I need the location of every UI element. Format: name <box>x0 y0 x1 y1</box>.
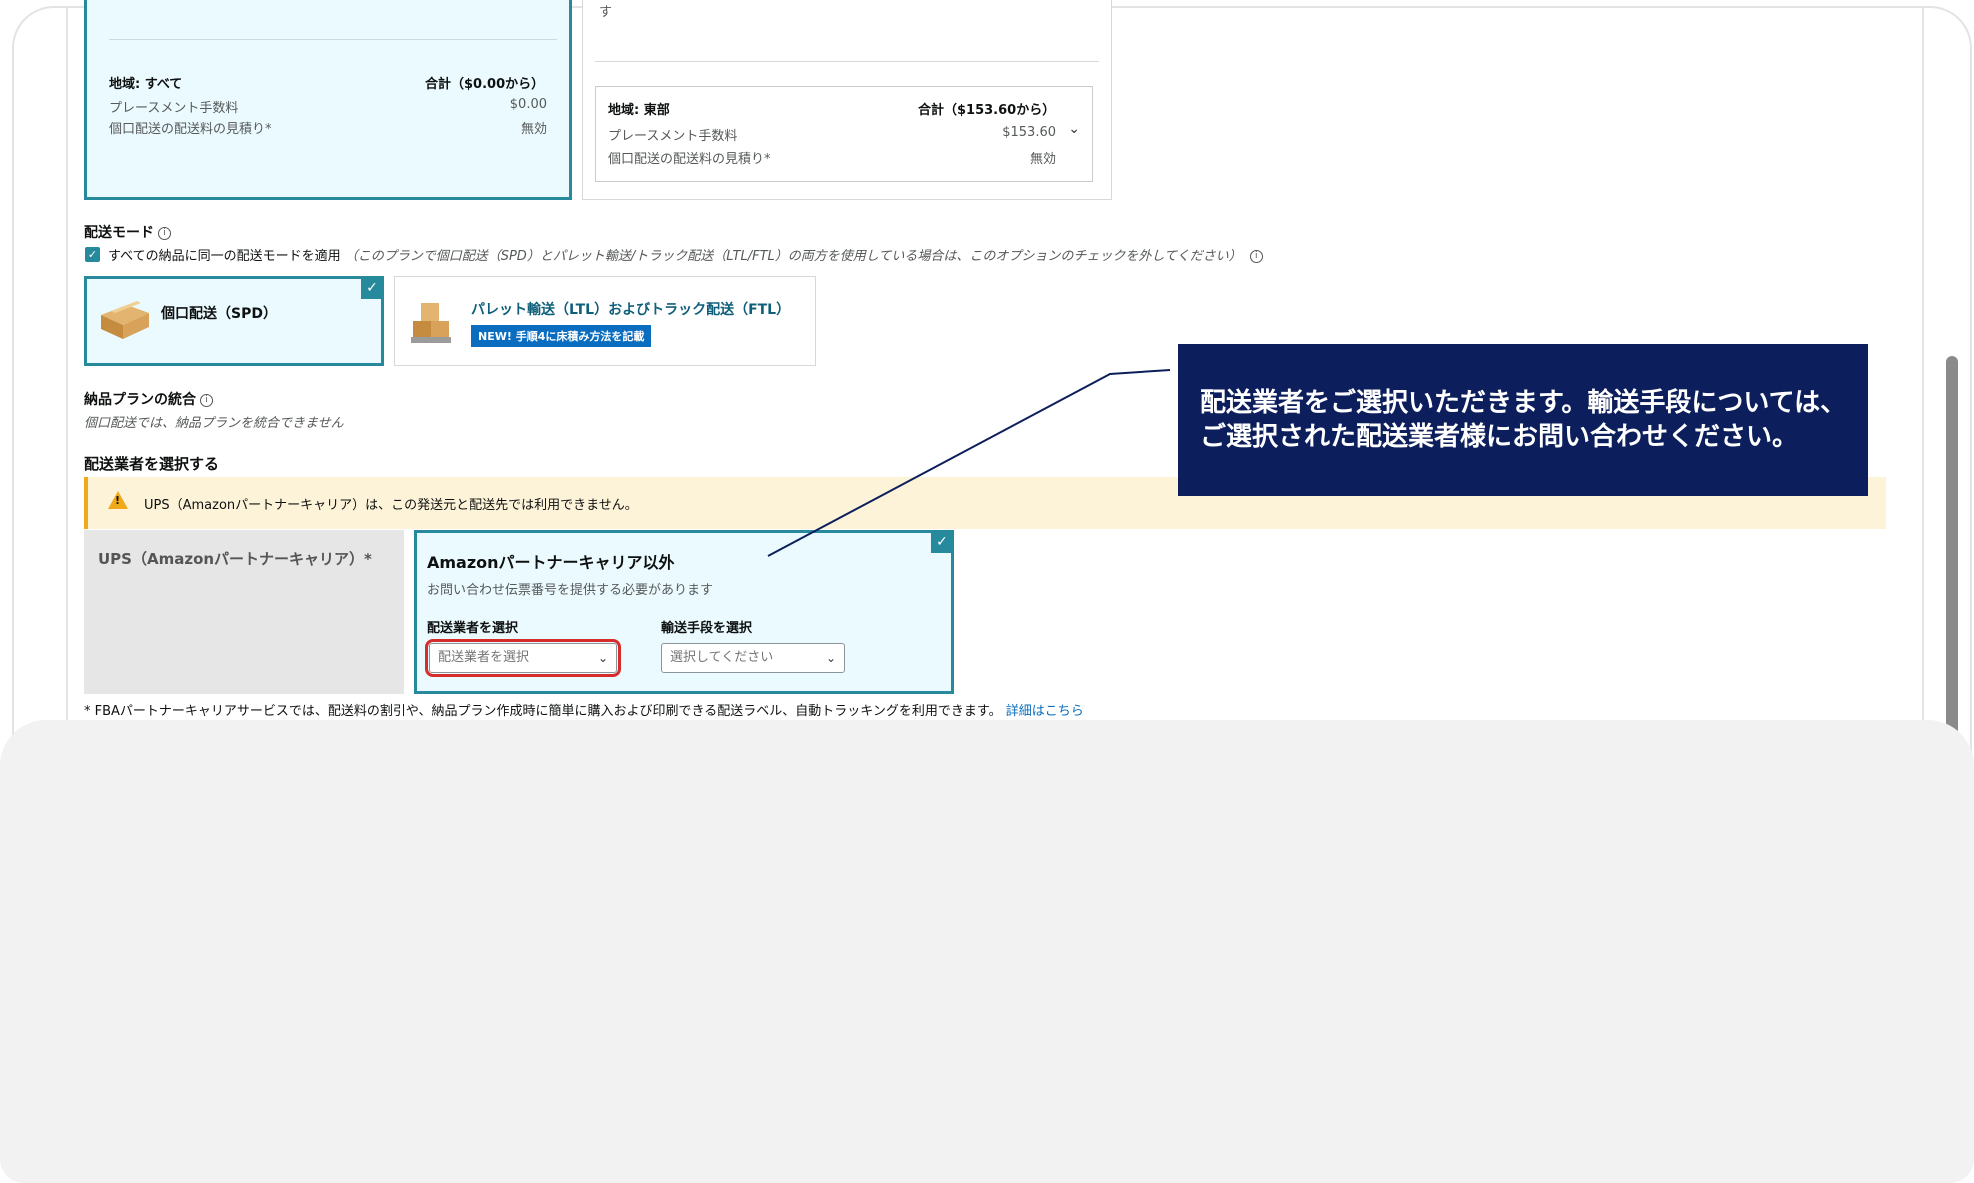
divider <box>595 61 1099 62</box>
warning-glyph: ! <box>115 494 121 507</box>
spd-label: 個口配送（SPD） <box>161 306 277 322</box>
region-note: す <box>599 5 613 20</box>
spd-mode-card[interactable]: ✓ 個口配送（SPD） <box>84 276 384 366</box>
consolidation-title: 納品プランの統合 i <box>84 389 213 409</box>
info-icon[interactable]: i <box>200 393 213 407</box>
placement-fee-value: $153.60 <box>1002 125 1056 140</box>
consolidation-note: 個口配送では、納品プランを統合できません <box>84 416 344 431</box>
non-partner-carrier-option[interactable]: ✓ Amazonパートナーキャリア以外 お問い合わせ伝票番号を提供する必要があり… <box>414 530 954 694</box>
bottom-panel <box>0 720 1974 1183</box>
region-label: 地域: 東部 <box>608 103 670 118</box>
footnote: * FBAパートナーキャリアサービスでは、配送料の割引や、納品プラン作成時に簡単… <box>84 700 1084 719</box>
non-partner-subtitle: お問い合わせ伝票番号を提供する必要があります <box>427 583 714 598</box>
shipping-estimate-value: 無効 <box>520 122 547 137</box>
info-icon[interactable]: i <box>158 226 171 240</box>
region-detail-box[interactable]: 地域: 東部 合計（$153.60から） プレースメント手数料 $153.60 … <box>595 86 1093 182</box>
shipping-mode-title-text: 配送モード <box>84 225 154 241</box>
shipping-estimate-label: 個口配送の配送料の見積り* <box>109 122 272 137</box>
region-total: 合計（$0.00から） <box>425 77 545 92</box>
new-badge: NEW! 手順4に床積み方法を記載 <box>471 325 652 347</box>
check-icon: ✓ <box>931 531 953 553</box>
region-card-all[interactable]: 地域: すべて 合計（$0.00から） プレースメント手数料 $0.00 個口配… <box>84 0 572 200</box>
chevron-down-icon: ⌄ <box>825 651 836 665</box>
shipping-mode-title: 配送モード i <box>84 222 171 242</box>
same-mode-checkbox[interactable]: ✓ <box>85 247 100 262</box>
region-total: 合計（$153.60から） <box>918 103 1056 118</box>
same-mode-checkbox-label: すべての納品に同一の配送モードを適用 （このプランで個口配送（SPD）とパレット… <box>108 245 1263 264</box>
transport-select[interactable]: 選択してください ⌄ <box>661 643 845 673</box>
scrollbar-thumb[interactable] <box>1946 356 1958 736</box>
divider <box>109 39 557 40</box>
footnote-text: * FBAパートナーキャリアサービスでは、配送料の割引や、納品プラン作成時に簡単… <box>84 704 1002 719</box>
transport-select-label: 輸送手段を選択 <box>661 621 753 636</box>
placement-fee-value: $0.00 <box>509 97 547 112</box>
transport-select-value: 選択してください <box>670 650 774 665</box>
chevron-down-icon[interactable]: ⌄ <box>1068 121 1080 137</box>
info-icon[interactable]: i <box>1249 250 1263 263</box>
carrier-select-label: 配送業者を選択 <box>427 621 519 636</box>
consolidation-title-text: 納品プランの統合 <box>84 392 196 408</box>
shipping-estimate-label: 個口配送の配送料の見積り* <box>608 152 771 167</box>
ltl-label: パレット輸送（LTL）およびトラック配送（FTL） <box>471 302 791 318</box>
callout-text: 配送業者をご選択いただきます。輸送手段については、ご選択された配送業者様にお問い… <box>1200 388 1847 452</box>
learn-more-link[interactable]: 詳細はこちら <box>1006 704 1084 719</box>
carrier-section-title: 配送業者を選択する <box>84 455 220 473</box>
ups-carrier-label: UPS（Amazonパートナーキャリア）* <box>98 550 372 568</box>
placement-fee-label: プレースメント手数料 <box>608 129 738 144</box>
placement-fee-label: プレースメント手数料 <box>109 101 239 116</box>
checkbox-note: （このプランで個口配送（SPD）とパレット輸送/トラック配送（LTL/FTL）の… <box>344 249 1242 264</box>
non-partner-title: Amazonパートナーキャリア以外 <box>427 553 675 572</box>
checkbox-label-text: すべての納品に同一の配送モードを適用 <box>108 249 341 264</box>
ups-carrier-option: UPS（Amazonパートナーキャリア）* <box>84 530 404 694</box>
shipping-estimate-value: 無効 <box>1029 152 1056 167</box>
pallet-icon <box>411 303 451 343</box>
warning-icon: ! <box>108 491 128 509</box>
region-card-east[interactable]: す 地域: 東部 合計（$153.60から） プレースメント手数料 $153.6… <box>582 0 1112 200</box>
warning-text: UPS（Amazonパートナーキャリア）は、この発送元と配送先では利用できません… <box>144 498 638 513</box>
check-icon: ✓ <box>361 277 383 299</box>
instruction-callout: 配送業者をご選択いただきます。輸送手段については、ご選択された配送業者様にお問い… <box>1178 344 1868 496</box>
region-label: 地域: すべて <box>109 77 183 92</box>
ltl-mode-card[interactable]: パレット輸送（LTL）およびトラック配送（FTL） NEW! 手順4に床積み方法… <box>394 276 816 366</box>
box-icon <box>101 301 149 339</box>
highlight-ring <box>425 639 621 677</box>
